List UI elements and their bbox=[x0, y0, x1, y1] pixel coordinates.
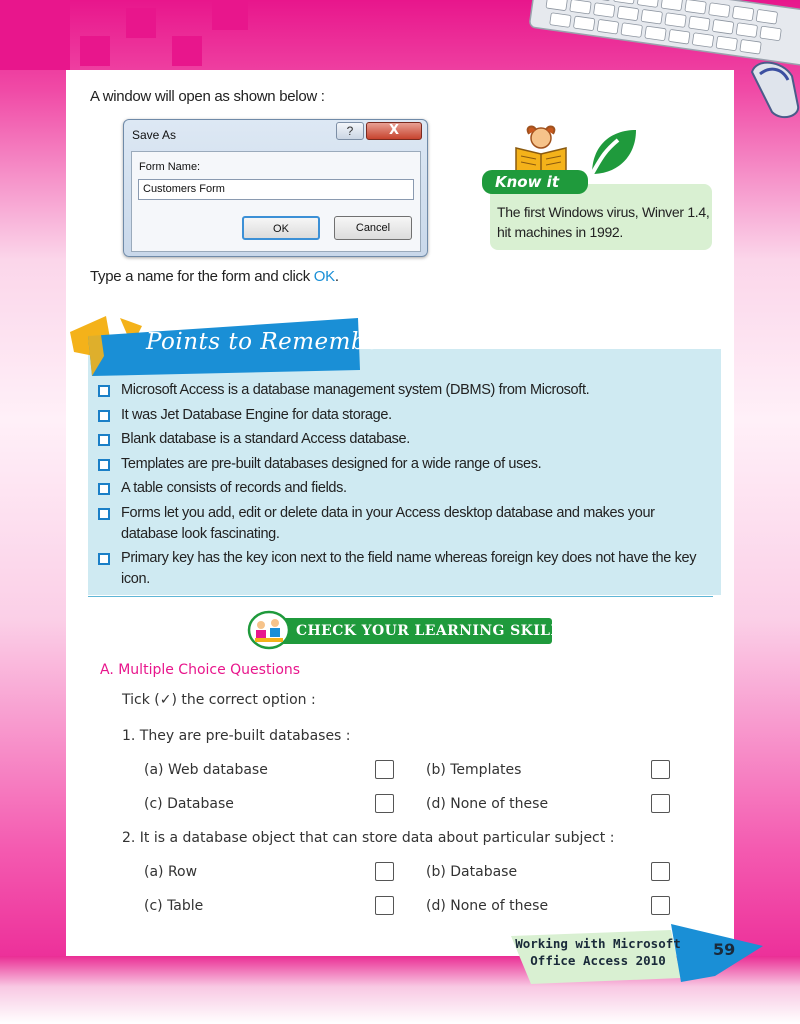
know-it-text: The first Windows virus, Winver 1.4, hit… bbox=[497, 204, 710, 240]
q1-option-b: (b) Templates bbox=[426, 762, 522, 778]
instruction-after: . bbox=[334, 268, 339, 285]
q2-option-c-checkbox[interactable] bbox=[375, 896, 394, 915]
q2-option-b-checkbox[interactable] bbox=[651, 862, 670, 881]
q2-option-b: (b) Database bbox=[426, 864, 518, 880]
list-item: Primary key has the key icon next to the… bbox=[98, 548, 713, 590]
question-1: 1. They are pre-built databases : bbox=[122, 728, 351, 744]
bullet-icon bbox=[98, 434, 110, 446]
point-text: Forms let you add, edit or delete data i… bbox=[121, 504, 655, 542]
close-button[interactable]: X bbox=[366, 122, 422, 140]
point-text: Templates are pre-built databases design… bbox=[121, 455, 542, 472]
bullet-icon bbox=[98, 483, 110, 495]
section-a-instruction: Tick (✓) the correct option : bbox=[122, 692, 316, 708]
help-button[interactable]: ? bbox=[336, 122, 364, 140]
reading-girl-icon bbox=[515, 125, 567, 176]
q1-option-d: (d) None of these bbox=[426, 796, 549, 812]
q1-option-b-checkbox[interactable] bbox=[651, 760, 670, 779]
point-text: It was Jet Database Engine for data stor… bbox=[121, 406, 392, 423]
point-text: A table consists of records and fields. bbox=[121, 480, 347, 496]
form-name-label: Form Name: bbox=[139, 161, 201, 173]
q1-option-d-checkbox[interactable] bbox=[651, 794, 670, 813]
q1-option-c-checkbox[interactable] bbox=[375, 794, 394, 813]
footer-line-1: Working with Microsoft bbox=[515, 936, 681, 951]
list-item: A table consists of records and fields. bbox=[98, 478, 713, 499]
bullet-icon bbox=[98, 409, 110, 422]
points-to-remember-title: Points to Remember bbox=[146, 329, 392, 355]
cancel-button[interactable]: Cancel bbox=[334, 216, 412, 240]
bullet-icon bbox=[98, 553, 110, 565]
bullet-icon bbox=[98, 507, 110, 520]
q1-option-a-checkbox[interactable] bbox=[375, 760, 394, 779]
save-as-dialog: Save As ? X Form Name: Customers Form OK… bbox=[123, 119, 428, 257]
instruction-before: Type a name for the form and click bbox=[90, 268, 314, 285]
footer-title: Working with Microsoft Office Access 201… bbox=[513, 935, 683, 969]
q1-option-a: (a) Web database bbox=[144, 762, 268, 778]
section-divider bbox=[88, 596, 713, 597]
dialog-body: Form Name: Customers Form OK Cancel bbox=[131, 151, 421, 252]
know-it-tag: Know it bbox=[482, 170, 588, 194]
section-a-heading: A. Multiple Choice Questions bbox=[100, 662, 301, 678]
q2-option-a: (a) Row bbox=[144, 864, 198, 880]
students-icon bbox=[247, 610, 291, 650]
footer-line-2: Office Access 2010 bbox=[530, 953, 666, 968]
question-2: 2. It is a database object that can stor… bbox=[122, 830, 615, 846]
points-list: Microsoft Access is a database managemen… bbox=[98, 380, 713, 594]
bullet-icon bbox=[98, 385, 110, 397]
point-text: Blank database is a standard Access data… bbox=[121, 431, 410, 447]
instruction-ok: OK bbox=[313, 268, 335, 285]
form-name-input[interactable]: Customers Form bbox=[138, 179, 414, 200]
ok-button[interactable]: OK bbox=[242, 216, 320, 240]
dialog-title: Save As bbox=[132, 128, 177, 142]
point-text: Primary key has the key icon next to the… bbox=[121, 550, 697, 587]
list-item: Blank database is a standard Access data… bbox=[98, 429, 713, 450]
leaf-icon bbox=[590, 130, 636, 175]
q1-option-c: (c) Database bbox=[144, 796, 234, 812]
list-item: It was Jet Database Engine for data stor… bbox=[98, 405, 713, 426]
list-item: Forms let you add, edit or delete data i… bbox=[98, 503, 713, 545]
skills-title: CHECK YOUR LEARNING SKILLS bbox=[296, 623, 572, 639]
list-item: Templates are pre-built databases design… bbox=[98, 454, 713, 475]
page-number: 59 bbox=[713, 940, 736, 959]
instruction-text: Type a name for the form and click OK. bbox=[90, 268, 339, 285]
q2-option-c: (c) Table bbox=[144, 898, 204, 914]
q2-option-a-checkbox[interactable] bbox=[375, 862, 394, 881]
point-text: Microsoft Access is a database managemen… bbox=[121, 382, 590, 398]
bullet-icon bbox=[98, 458, 110, 471]
q2-option-d-checkbox[interactable] bbox=[651, 896, 670, 915]
q2-option-d: (d) None of these bbox=[426, 898, 549, 914]
list-item: Microsoft Access is a database managemen… bbox=[98, 380, 713, 401]
intro-text: A window will open as shown below : bbox=[90, 88, 325, 105]
